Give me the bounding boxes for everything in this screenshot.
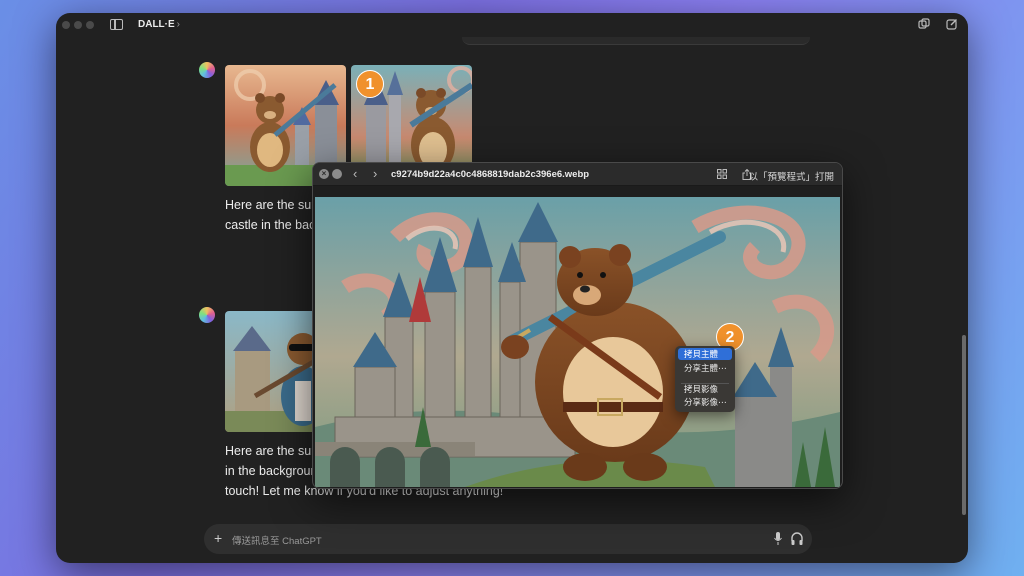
assistant-message-text: Here are the sur castle in the bac: [225, 198, 316, 232]
viewer-toolbar: × ‹ › c9274b9d22a4c0c4868819dab2c396e6.w…: [313, 163, 842, 186]
microphone-icon[interactable]: [774, 532, 782, 545]
grid-view-icon[interactable]: [716, 169, 727, 180]
model-name: DALL·E: [138, 19, 175, 30]
menu-item-copy-image[interactable]: 拷貝影像: [678, 383, 732, 395]
message-input-placeholder[interactable]: 傳送訊息至 ChatGPT: [232, 533, 322, 547]
fullscreen-button[interactable]: [332, 169, 342, 179]
model-selector[interactable]: DALL·E ›: [138, 19, 180, 30]
forward-arrow-icon[interactable]: ›: [373, 166, 377, 181]
message-composer[interactable]: + 傳送訊息至 ChatGPT: [204, 524, 812, 554]
scrollbar[interactable]: [962, 335, 966, 515]
bear-castle-image: [315, 197, 840, 487]
image-viewer-window: × ‹ › c9274b9d22a4c0c4868819dab2c396e6.w…: [312, 162, 843, 489]
back-arrow-icon[interactable]: ‹: [353, 166, 357, 181]
temporary-chat-icon[interactable]: [917, 18, 931, 32]
title-bar: DALL·E ›: [56, 13, 968, 39]
attach-plus-icon[interactable]: +: [214, 530, 222, 546]
viewer-filename: c9274b9d22a4c0c4868819dab2c396e6.webp: [391, 169, 590, 180]
headphones-icon[interactable]: [791, 532, 803, 545]
assistant-avatar: [199, 307, 215, 323]
top-notch: [462, 37, 810, 45]
menu-item-copy-subject[interactable]: 拷貝主體: [678, 348, 732, 360]
close-window-button[interactable]: [62, 21, 70, 29]
step-badge-1: 1: [356, 70, 384, 98]
assistant-avatar: [199, 62, 215, 78]
zoom-window-button[interactable]: [86, 21, 94, 29]
close-viewer-button[interactable]: ×: [319, 169, 329, 179]
menu-item-share-subject[interactable]: 分享主體⋯: [678, 362, 732, 374]
new-chat-icon[interactable]: [945, 18, 959, 32]
sidebar-toggle-icon[interactable]: [110, 19, 123, 30]
open-with-preview-button[interactable]: 以「預覽程式」打開: [748, 169, 834, 183]
chevron-right-icon: ›: [176, 19, 181, 30]
menu-item-share-image[interactable]: 分享影像⋯: [678, 396, 732, 408]
context-menu: 拷貝主體 分享主體⋯ 拷貝影像 分享影像⋯: [675, 346, 735, 412]
minimize-window-button[interactable]: [74, 21, 82, 29]
